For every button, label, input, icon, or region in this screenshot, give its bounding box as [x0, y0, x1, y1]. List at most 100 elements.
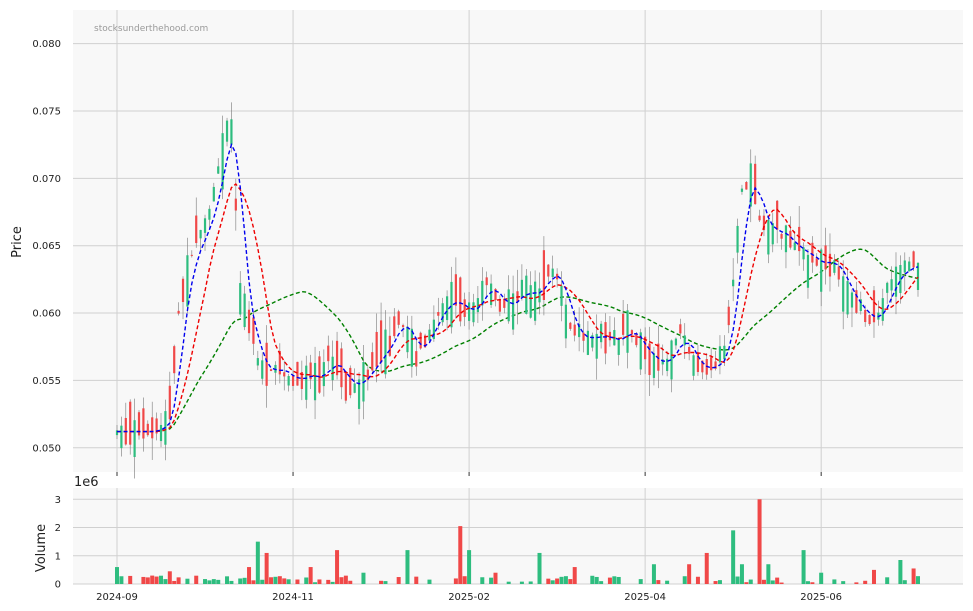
volume-bar: [528, 581, 533, 584]
candle-body: [190, 254, 193, 256]
candle-body: [604, 322, 607, 354]
candle-body: [771, 223, 774, 245]
candle-body: [388, 335, 391, 356]
candle-body: [129, 401, 132, 445]
x-tick-label: 2024-09: [96, 592, 138, 603]
volume-bar: [203, 579, 208, 584]
volume-bar: [871, 569, 876, 584]
volume-bar: [211, 579, 216, 584]
candle-body: [318, 356, 321, 393]
candle-body: [784, 225, 788, 253]
volume-bar: [775, 577, 780, 584]
price-tick-label: 0.060: [32, 309, 61, 320]
volume-bar: [238, 578, 243, 584]
candle-body: [419, 332, 422, 349]
volume-bar: [467, 550, 472, 584]
volume-axis-label: Volume: [34, 524, 49, 572]
volume-bar: [550, 580, 555, 584]
volume-bar: [766, 564, 771, 584]
volume-bar: [651, 564, 656, 584]
volume-bar: [414, 576, 419, 584]
candle-body: [727, 306, 730, 326]
volume-bar: [225, 576, 230, 584]
candle-body: [340, 348, 343, 388]
volume-bar: [695, 576, 700, 584]
candle-body: [754, 163, 757, 205]
candle-body: [291, 375, 295, 386]
volume-tick-label: 0: [55, 580, 61, 591]
candle-body: [467, 302, 471, 321]
volume-bar: [427, 579, 432, 584]
candle-body: [894, 266, 898, 297]
candle-body: [305, 365, 308, 400]
volume-bar: [453, 578, 458, 584]
candle-body: [335, 340, 339, 376]
volume-bar: [295, 579, 300, 584]
candle-body: [529, 285, 532, 318]
volume-bar: [590, 575, 595, 584]
volume-bar: [770, 580, 775, 584]
candle-body: [903, 260, 906, 273]
candle-body: [780, 233, 783, 239]
candle-body: [617, 339, 620, 355]
candle-body: [547, 264, 550, 277]
x-tick-label: 2025-04: [624, 592, 666, 603]
candle-body: [327, 345, 330, 362]
volume-bar: [612, 576, 617, 584]
candle-body: [353, 383, 356, 393]
volume-bar: [176, 577, 181, 584]
volume-bar: [810, 582, 815, 584]
volume-bar: [317, 579, 322, 584]
volume-tick-label: 2: [55, 523, 61, 534]
candle-body: [767, 219, 770, 255]
candle-body: [842, 276, 845, 312]
volume-bar: [885, 577, 890, 584]
candle-body: [221, 133, 224, 190]
volume-bar: [343, 575, 348, 584]
volume-bar: [748, 579, 753, 584]
volume-bar: [255, 541, 260, 584]
candle-body: [520, 279, 524, 297]
candle-body: [199, 229, 202, 239]
volume-bar: [304, 577, 309, 584]
candle-body: [732, 279, 735, 287]
candle-body: [793, 242, 796, 251]
volume-bar: [154, 576, 159, 584]
candle-body: [692, 355, 695, 376]
candle-body: [459, 277, 462, 322]
volume-bar: [599, 581, 604, 584]
volume-bar: [819, 572, 824, 584]
candle-body: [740, 188, 744, 192]
volume-bar: [559, 576, 564, 584]
candle-body: [820, 249, 823, 292]
candle-body: [406, 326, 409, 353]
volume-bar: [207, 580, 212, 584]
volume-bar: [247, 567, 252, 584]
candle-body: [674, 338, 678, 346]
candle-body: [534, 281, 537, 321]
candle-body: [815, 258, 818, 266]
volume-bar: [761, 579, 766, 584]
candle-body: [375, 331, 378, 367]
candle-body: [622, 313, 625, 335]
candle-body: [679, 324, 682, 334]
candle-body: [864, 309, 867, 323]
candle-body: [247, 309, 251, 334]
candle-body: [344, 371, 347, 401]
candle-body: [437, 312, 440, 316]
candle-body: [538, 288, 541, 303]
volume-bar: [616, 576, 621, 584]
candle-body: [151, 417, 154, 439]
candle-body: [256, 358, 259, 366]
volume-bar: [563, 576, 568, 584]
candle-body: [133, 420, 136, 458]
candle-body: [630, 330, 634, 335]
volume-bar: [242, 577, 247, 584]
candle-body: [507, 289, 510, 322]
stock-chart: 0.050 0.055 0.060 0.065 0.070 0.075 0.080 0 1 2 3 2…: [10, 10, 963, 603]
candle-body: [745, 182, 748, 190]
x-tick-label: 2025-06: [800, 592, 842, 603]
candle-body: [177, 310, 180, 314]
volume-bar: [537, 552, 542, 584]
volume-bar: [194, 575, 199, 584]
